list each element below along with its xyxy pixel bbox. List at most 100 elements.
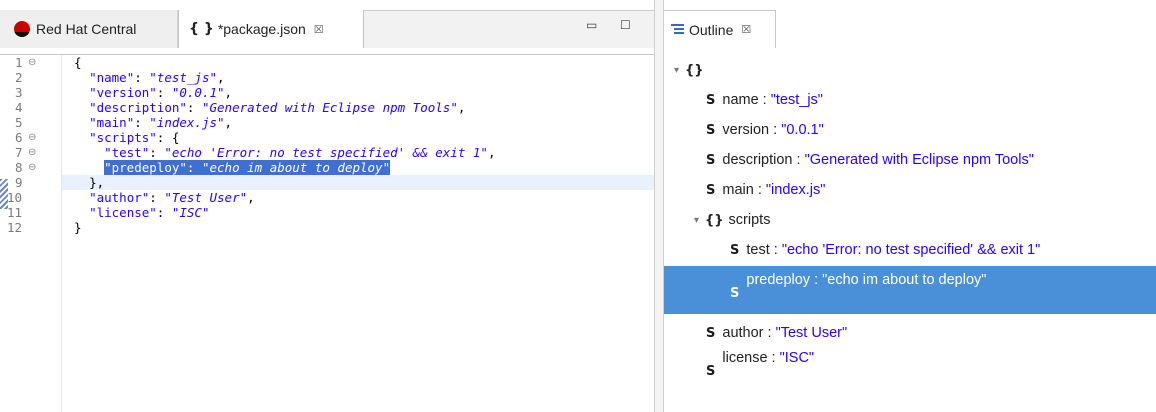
fold-toggle-icon[interactable]: ⊖ [28, 160, 36, 175]
object-icon: {} [685, 62, 704, 78]
outline-item-value: "test_js" [770, 92, 823, 108]
outline-item-key: scripts [728, 212, 771, 228]
line-number: 6 [15, 130, 23, 145]
outline-item-main[interactable]: Smain : "index.js" [706, 175, 825, 205]
json-separator: : [186, 100, 202, 115]
string-type-icon: S [706, 364, 716, 379]
json-punctuation: { [171, 130, 180, 145]
outline-item-name[interactable]: Sname : "test_js" [706, 85, 823, 115]
json-key: "main" [89, 115, 135, 130]
outline-item-value: "Generated with Eclipse npm Tools" [804, 152, 1034, 168]
outline-icon [671, 23, 684, 36]
redhat-icon [14, 21, 30, 37]
fold-toggle-icon[interactable]: ⊖ [28, 145, 36, 160]
code-line: "scripts": { [74, 130, 179, 145]
expand-twisty-icon[interactable]: ▾ [694, 215, 699, 226]
outline-item-value: "echo im about to deploy" [822, 272, 987, 288]
outline-item-scripts[interactable]: ▾ {} scripts [694, 205, 770, 235]
outline-item-separator: : [753, 182, 766, 198]
json-value: "echo im about to deploy" [201, 160, 391, 175]
outline-item-description[interactable]: Sdescription : "Generated with Eclipse n… [706, 145, 1034, 175]
close-tab-icon[interactable]: ☒ [741, 23, 751, 36]
outline-item-key: main [722, 182, 754, 198]
maximize-icon[interactable]: ☐ [620, 18, 631, 32]
json-punctuation: , [487, 145, 496, 160]
expand-twisty-icon[interactable]: ▾ [674, 65, 679, 76]
json-punctuation: , [224, 115, 233, 130]
tab-package-json[interactable]: { } *package.json ☒ [178, 10, 364, 48]
json-separator: : [149, 190, 165, 205]
json-separator: : [134, 70, 150, 85]
line-number: 1 [15, 55, 23, 70]
json-separator: : [156, 130, 172, 145]
json-punctuation: { [74, 55, 82, 70]
outline-item-separator: : [767, 350, 780, 366]
outline-item-author[interactable]: Sauthor : "Test User" [706, 318, 847, 348]
code-line: } [74, 220, 82, 235]
outline-item-predeploy[interactable]: Spredeploy : "echo im about to deploy" [664, 266, 1156, 314]
outline-item-value: "ISC" [779, 350, 815, 366]
tab-label: *package.json [217, 21, 306, 37]
tab-label: Red Hat Central [36, 21, 137, 37]
pane-divider[interactable] [654, 0, 664, 412]
json-punctuation: , [247, 190, 255, 205]
outline-item-version[interactable]: Sversion : "0.0.1" [706, 115, 824, 145]
line-number: 10 [7, 190, 23, 205]
json-value: "ISC" [171, 205, 210, 220]
outline-root[interactable]: ▾ {} [674, 55, 709, 85]
json-separator: : [156, 205, 172, 220]
line-number: 7 [15, 145, 23, 160]
string-type-icon: S [706, 152, 716, 168]
json-separator: : [134, 115, 150, 130]
outline-item-separator: : [769, 242, 782, 258]
close-tab-icon[interactable]: ☒ [314, 23, 324, 36]
json-separator: : [156, 85, 172, 100]
code-line: "description": "Generated with Eclipse n… [74, 100, 465, 115]
outline-item-separator: : [758, 92, 771, 108]
json-key: "version" [89, 85, 157, 100]
code-line: "predeploy": "echo im about to deploy" [74, 160, 391, 175]
outline-item-value: "Test User" [775, 325, 848, 341]
outline-item-separator: : [763, 325, 776, 341]
json-key: "scripts" [89, 130, 157, 145]
line-number: 5 [15, 115, 23, 130]
code-line: "name": "test_js", [74, 70, 225, 85]
json-punctuation: }, [89, 175, 105, 190]
tab-outline[interactable]: Outline ☒ [664, 10, 776, 48]
json-separator: : [149, 145, 165, 160]
string-type-icon: S [730, 242, 740, 258]
line-number: 8 [15, 160, 23, 175]
fold-toggle-icon[interactable]: ⊖ [28, 130, 36, 145]
json-separator: : [186, 160, 202, 175]
editor-tab-bar: Red Hat Central { } *package.json ☒ ▭ ☐ [0, 0, 654, 55]
outline-item-key: author [722, 325, 764, 341]
string-type-icon: S [706, 92, 716, 108]
json-value: "Test User" [164, 190, 248, 205]
outline-pane: Outline ☒ ▾ {} Sname : "test_js" Sversion… [664, 0, 1156, 412]
code-line: }, [74, 175, 104, 190]
json-key: "predeploy" [104, 160, 187, 175]
json-value: "Generated with Eclipse npm Tools" [201, 100, 458, 115]
outline-item-key: description [722, 152, 793, 168]
minimize-icon[interactable]: ▭ [586, 18, 597, 32]
editor-pane: Red Hat Central { } *package.json ☒ ▭ ☐ … [0, 0, 654, 412]
string-type-icon: S [706, 182, 716, 198]
fold-toggle-icon[interactable]: ⊖ [28, 55, 36, 70]
outline-item-license[interactable]: Slicense : "ISC" [706, 350, 814, 380]
json-braces-icon: { } [189, 21, 214, 37]
outline-item-separator: : [810, 272, 823, 288]
line-number: 12 [7, 220, 23, 235]
code-area[interactable]: { "name": "test_js", "version": "0.0.1",… [62, 55, 654, 412]
json-key: "author" [89, 190, 150, 205]
json-key: "name" [89, 70, 135, 85]
code-line: "main": "index.js", [74, 115, 232, 130]
code-line: "author": "Test User", [74, 190, 255, 205]
outline-item-key: license [722, 350, 768, 366]
outline-tab-bar: Outline ☒ [664, 0, 1156, 55]
json-punctuation: , [224, 85, 233, 100]
outline-item-test[interactable]: Stest : "echo 'Error: no test specified'… [730, 235, 1040, 265]
outline-item-value: "echo 'Error: no test specified' && exit… [781, 242, 1041, 258]
json-punctuation: , [217, 70, 225, 85]
tab-red-hat-central[interactable]: Red Hat Central [0, 10, 178, 48]
json-value: "echo 'Error: no test specified' && exit… [164, 145, 488, 160]
